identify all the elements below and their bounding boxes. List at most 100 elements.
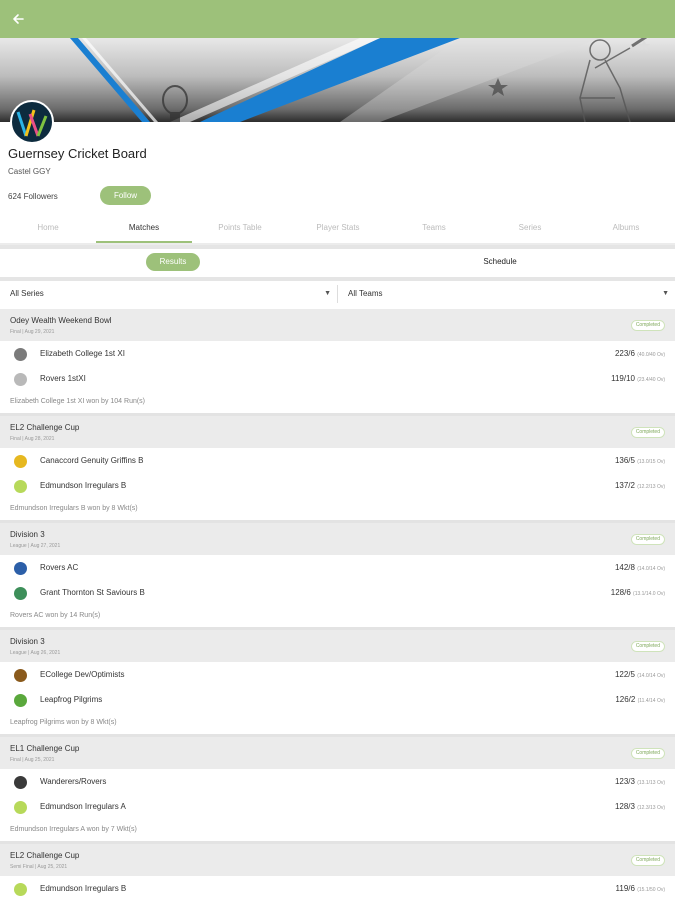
team-score: 128/3 (12.3/13 Ov) xyxy=(615,802,665,811)
overs-value: (12.3/13 Ov) xyxy=(637,805,665,811)
team-row: Rovers 1stXI 119/10 (23.4/40 Ov) xyxy=(0,367,675,392)
team-logo-icon xyxy=(14,694,27,707)
team-logo-icon xyxy=(14,562,27,575)
team-name: Grant Thornton St Saviours B xyxy=(40,588,145,597)
score-value: 119/6 xyxy=(615,884,635,893)
team-row: Leapfrog Pilgrims 126/2 (11.4/14 Ov) xyxy=(0,688,675,713)
match-card-header: Division 3 League | Aug 27, 2021 Completed xyxy=(0,523,675,555)
score-value: 223/6 xyxy=(614,349,635,358)
team-row: Edmundson Irregulars B 119/6 (15.1/50 Ov) xyxy=(0,877,675,900)
result-row: Edmundson Irregulars A won by 7 Wkt(s) xyxy=(0,820,675,842)
team-score: 126/2 (11.4/14 Ov) xyxy=(615,695,665,704)
status-badge: Completed xyxy=(630,427,665,438)
match-round-date: League | Aug 26, 2021 xyxy=(10,650,61,656)
team-logo-icon xyxy=(14,883,27,896)
series-name: EL2 Challenge Cup xyxy=(10,423,80,432)
result-text: Edmundson Irregulars B won by 8 Wkt(s) xyxy=(10,505,138,512)
tab-teams[interactable]: Teams xyxy=(386,215,482,243)
score-value: 119/10 xyxy=(611,374,635,383)
overs-value: (13.1/13 Ov) xyxy=(637,780,665,786)
match-round-date: Final | Aug 25, 2021 xyxy=(10,757,55,763)
team-row: Edmundson Irregulars A 128/3 (12.3/13 Ov) xyxy=(0,795,675,820)
team-name: Leapfrog Pilgrims xyxy=(40,695,103,704)
team-row: Canaccord Genuity Griffins B 136/5 (13.0/… xyxy=(0,449,675,474)
score-value: 142/8 xyxy=(614,563,635,572)
match-round-date: Final | Aug 29, 2021 xyxy=(10,329,55,335)
club-name: Guernsey Cricket Board xyxy=(8,146,147,161)
team-logo-icon xyxy=(14,587,27,600)
team-name: Rovers AC xyxy=(40,563,79,572)
result-row: Edmundson Irregulars B won by 8 Wkt(s) xyxy=(0,499,675,521)
overs-value: (11.4/14 Ov) xyxy=(637,698,665,704)
status-badge: Completed xyxy=(630,641,665,652)
match-card-header: EL2 Challenge Cup Semi Final | Aug 25, 20… xyxy=(0,844,675,876)
match-round-date: Final | Aug 28, 2021 xyxy=(10,436,55,442)
tab-series[interactable]: Series xyxy=(482,215,578,243)
team-name: Rovers 1stXI xyxy=(40,374,86,383)
top-app-bar xyxy=(0,0,675,38)
series-name: Division 3 xyxy=(10,637,45,646)
series-name: EL2 Challenge Cup xyxy=(10,851,80,860)
followers-count: 624 Followers xyxy=(8,192,58,201)
score-value: 137/2 xyxy=(614,481,635,490)
status-badge: Completed xyxy=(630,320,665,331)
tab-matches[interactable]: Matches xyxy=(96,215,192,243)
match-round-date: League | Aug 27, 2021 xyxy=(10,543,61,549)
tab-home[interactable]: Home xyxy=(0,215,96,243)
teams-filter-dropdown[interactable]: All Teams ▼ xyxy=(338,281,675,307)
team-logo-icon xyxy=(14,455,27,468)
result-text: Edmundson Irregulars A won by 7 Wkt(s) xyxy=(10,826,137,833)
team-name: Wanderers/Rovers xyxy=(40,777,107,786)
team-row: Grant Thornton St Saviours B 128/6 (13.1/… xyxy=(0,581,675,606)
team-logo-icon xyxy=(14,776,27,789)
team-name: Edmundson Irregulars B xyxy=(40,481,127,490)
score-value: 136/5 xyxy=(614,456,635,465)
team-score: 137/2 (12.2/13 Ov) xyxy=(615,481,665,490)
team-row: Rovers AC 142/8 (14.0/14 Ov) xyxy=(0,556,675,581)
caret-down-icon: ▼ xyxy=(662,290,669,297)
overs-value: (40.0/40 Ov) xyxy=(637,352,665,358)
tab-points-table[interactable]: Points Table xyxy=(192,215,288,243)
team-score: 142/8 (14.0/14 Ov) xyxy=(615,563,665,572)
result-row: Rovers AC won by 14 Run(s) xyxy=(0,606,675,628)
result-row: Leapfrog Pilgrims won by 8 Wkt(s) xyxy=(0,713,675,735)
tab-player-stats[interactable]: Player Stats xyxy=(290,215,386,243)
team-row: ECollege Dev/Optimists 122/5 (14.0/14 Ov) xyxy=(0,663,675,688)
result-text: Elizabeth College 1st XI won by 104 Run(… xyxy=(10,398,146,405)
team-score: 123/3 (13.1/13 Ov) xyxy=(615,777,665,786)
overs-value: (13.0/15 Ov) xyxy=(637,459,665,465)
team-logo-icon xyxy=(14,373,27,386)
team-row: Edmundson Irregulars B 137/2 (12.2/13 Ov) xyxy=(0,474,675,499)
result-row: Elizabeth College 1st XI won by 104 Run(… xyxy=(0,392,675,414)
team-logo-icon xyxy=(14,480,27,493)
overs-value: (13.1/14.0 Ov) xyxy=(633,591,665,597)
arrow-left-icon[interactable] xyxy=(8,9,28,29)
club-location: Castel GGY xyxy=(8,167,51,176)
team-score: 223/6 (40.0/40 Ov) xyxy=(615,349,665,358)
overs-value: (15.1/50 Ov) xyxy=(637,887,665,893)
match-card-header: EL2 Challenge Cup Final | Aug 28, 2021 Com… xyxy=(0,416,675,448)
team-score: 128/6 (13.1/14.0 Ov) xyxy=(611,588,665,597)
match-round-date: Semi Final | Aug 25, 2021 xyxy=(10,864,68,870)
score-value: 126/2 xyxy=(615,695,636,704)
series-name: Odey Wealth Weekend Bowl xyxy=(10,316,112,325)
overs-value: (23.4/40 Ov) xyxy=(637,377,665,383)
results-segment[interactable]: Results xyxy=(146,253,200,271)
match-card-header: Odey Wealth Weekend Bowl Final | Aug 29, … xyxy=(0,309,675,341)
status-badge: Completed xyxy=(630,534,665,545)
result-text: Rovers AC won by 14 Run(s) xyxy=(10,612,101,619)
team-logo-icon xyxy=(14,801,27,814)
overs-value: (12.2/13 Ov) xyxy=(637,484,665,490)
tab-albums[interactable]: Albums xyxy=(578,215,674,243)
series-name: Division 3 xyxy=(10,530,45,539)
series-filter-dropdown[interactable]: All Series ▼ xyxy=(0,281,337,307)
score-value: 128/6 xyxy=(610,588,631,597)
overs-value: (14.0/14 Ov) xyxy=(637,673,665,679)
result-text: Leapfrog Pilgrims won by 8 Wkt(s) xyxy=(10,719,117,726)
cover-banner xyxy=(0,38,675,122)
follow-button[interactable]: Follow xyxy=(100,186,151,205)
series-name: EL1 Challenge Cup xyxy=(10,744,80,753)
schedule-segment[interactable]: Schedule xyxy=(470,253,530,271)
team-name: Edmundson Irregulars B xyxy=(40,884,127,893)
status-badge: Completed xyxy=(630,855,665,866)
